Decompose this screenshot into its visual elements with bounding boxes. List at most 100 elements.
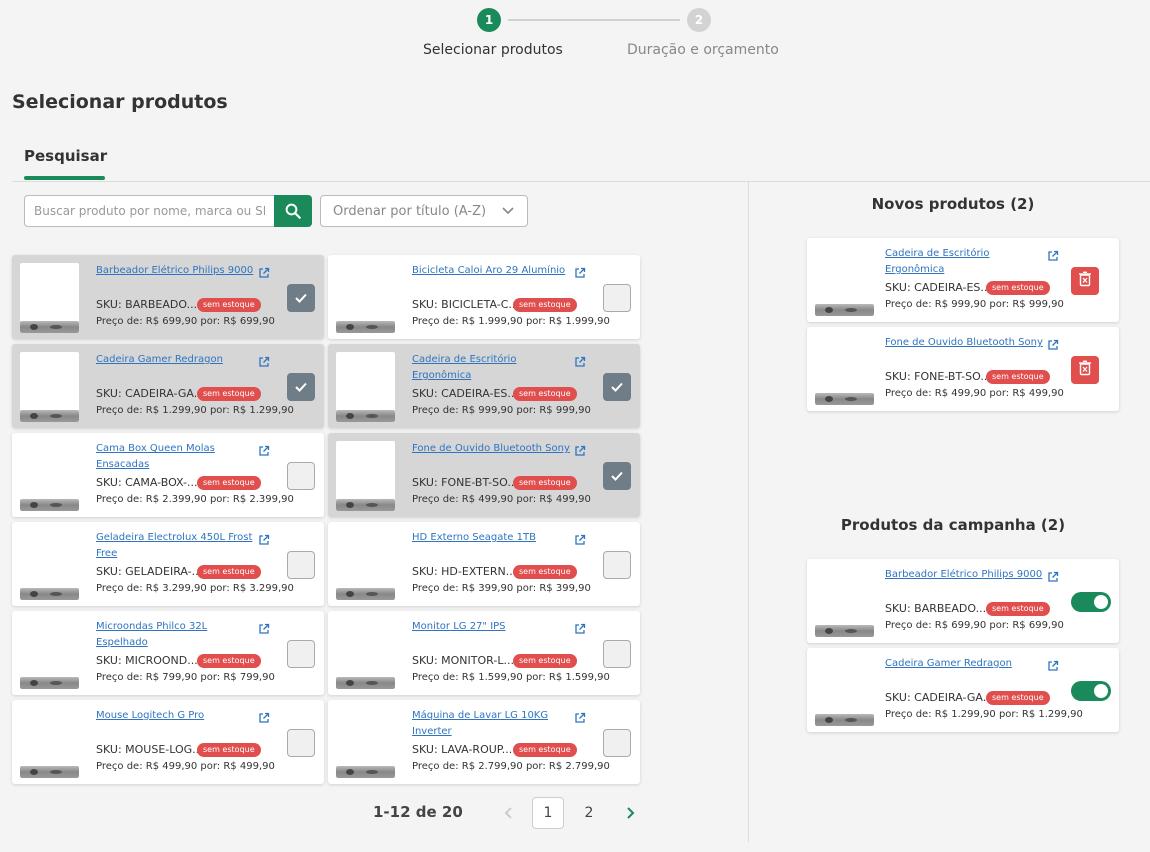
- campaign-product-toggle[interactable]: [1071, 681, 1111, 701]
- new-product-card: Fone de Ouvido Bluetooth Sony SKU: FONE-…: [807, 327, 1119, 411]
- product-name-link[interactable]: Máquina de Lavar LG 10KG Inverter: [412, 708, 572, 740]
- product-card[interactable]: Microondas Philco 32L Espelhado SKU: MIC…: [12, 611, 324, 695]
- external-link-icon[interactable]: [574, 442, 586, 456]
- tab-pesquisar[interactable]: Pesquisar: [24, 147, 107, 165]
- product-name-link[interactable]: Cadeira de Escritório Ergonômica: [885, 246, 1045, 278]
- product-select-checkbox[interactable]: [287, 640, 315, 668]
- product-thumbnail: [336, 708, 395, 778]
- product-sku: SKU: MICROOND...: [96, 654, 198, 667]
- product-price: Preço de: R$ 499,90 por: R$ 499,90: [96, 761, 275, 772]
- stock-badge: sem estoque: [197, 565, 261, 579]
- product-card[interactable]: Cadeira Gamer Redragon SKU: CADEIRA-GA..…: [12, 344, 324, 428]
- product-card[interactable]: Bicicleta Caloi Aro 29 Alumínio SKU: BIC…: [328, 255, 640, 339]
- product-card[interactable]: Cadeira de Escritório Ergonômica SKU: CA…: [328, 344, 640, 428]
- product-select-checkbox[interactable]: [603, 551, 631, 579]
- product-card[interactable]: Monitor LG 27" IPS SKU: MONITOR-L... sem…: [328, 611, 640, 695]
- product-select-checkbox[interactable]: [287, 462, 315, 490]
- product-select-checkbox[interactable]: [603, 640, 631, 668]
- product-price: Preço de: R$ 1.299,90 por: R$ 1.299,90: [96, 405, 294, 416]
- product-select-checkbox[interactable]: [287, 729, 315, 757]
- product-select-checkbox[interactable]: [287, 551, 315, 579]
- product-card[interactable]: Geladeira Electrolux 450L Frost Free SKU…: [12, 522, 324, 606]
- product-name-link[interactable]: Cadeira de Escritório Ergonômica: [412, 352, 572, 384]
- product-name-link[interactable]: Cadeira Gamer Redragon: [885, 656, 1045, 672]
- page-title: Selecionar produtos: [12, 91, 228, 113]
- product-price: Preço de: R$ 999,90 por: R$ 999,90: [885, 299, 1064, 310]
- external-link-icon[interactable]: [1047, 336, 1059, 350]
- product-thumbnail: [815, 567, 874, 637]
- external-link-icon[interactable]: [574, 353, 586, 367]
- product-name-link[interactable]: Bicicleta Caloi Aro 29 Alumínio: [412, 263, 572, 279]
- pagination-page-1[interactable]: 1: [532, 797, 564, 829]
- product-name-link[interactable]: Cadeira Gamer Redragon: [96, 352, 256, 368]
- product-select-checkbox[interactable]: [603, 462, 631, 490]
- chevron-down-icon: [502, 207, 514, 215]
- search-input[interactable]: [24, 195, 274, 227]
- product-name-link[interactable]: Cama Box Queen Molas Ensacadas: [96, 441, 256, 473]
- product-name-link[interactable]: Barbeador Elétrico Philips 9000: [96, 263, 256, 279]
- product-thumbnail: [20, 441, 79, 511]
- sort-select[interactable]: Ordenar por título (A-Z): [320, 195, 528, 227]
- external-link-icon[interactable]: [258, 264, 270, 278]
- product-name-link[interactable]: Monitor LG 27" IPS: [412, 619, 572, 635]
- product-card[interactable]: Máquina de Lavar LG 10KG Inverter SKU: L…: [328, 700, 640, 784]
- product-card[interactable]: Barbeador Elétrico Philips 9000 SKU: BAR…: [12, 255, 324, 339]
- step-1-indicator[interactable]: 1: [477, 8, 501, 32]
- external-link-icon[interactable]: [258, 353, 270, 367]
- product-name-link[interactable]: Fone de Ouvido Bluetooth Sony: [885, 335, 1045, 351]
- product-select-checkbox[interactable]: [287, 373, 315, 401]
- product-name-link[interactable]: Microondas Philco 32L Espelhado: [96, 619, 256, 651]
- external-link-icon[interactable]: [258, 620, 270, 634]
- product-card[interactable]: HD Externo Seagate 1TB SKU: HD-EXTERN...…: [328, 522, 640, 606]
- pagination-page-2[interactable]: 2: [573, 797, 605, 829]
- product-card[interactable]: Cama Box Queen Molas Ensacadas SKU: CAMA…: [12, 433, 324, 517]
- chevron-left-icon: [504, 807, 512, 819]
- stock-badge: sem estoque: [513, 298, 577, 312]
- external-link-icon[interactable]: [1047, 568, 1059, 582]
- product-select-checkbox[interactable]: [287, 284, 315, 312]
- external-link-icon[interactable]: [574, 620, 586, 634]
- product-price: Preço de: R$ 499,90 por: R$ 499,90: [885, 388, 1064, 399]
- step-1-label[interactable]: Selecionar produtos: [423, 42, 563, 58]
- product-sku: SKU: GELADEIRA-...: [96, 565, 203, 578]
- external-link-icon[interactable]: [574, 531, 586, 545]
- search-button[interactable]: [274, 195, 312, 227]
- remove-product-button[interactable]: [1071, 267, 1099, 295]
- step-2-indicator[interactable]: 2: [687, 8, 711, 32]
- external-link-icon[interactable]: [1047, 657, 1059, 671]
- product-name-link[interactable]: HD Externo Seagate 1TB: [412, 530, 572, 546]
- product-name-link[interactable]: Barbeador Elétrico Philips 9000: [885, 567, 1045, 583]
- external-link-icon[interactable]: [574, 264, 586, 278]
- product-select-checkbox[interactable]: [603, 729, 631, 757]
- stock-badge: sem estoque: [986, 602, 1050, 616]
- stock-badge: sem estoque: [513, 476, 577, 490]
- product-thumbnail: [336, 441, 395, 511]
- stock-badge: sem estoque: [986, 370, 1050, 384]
- product-select-checkbox[interactable]: [603, 284, 631, 312]
- pagination-prev-button[interactable]: [498, 800, 518, 826]
- chevron-right-icon: [627, 807, 635, 819]
- product-name-link[interactable]: Mouse Logitech G Pro: [96, 708, 256, 724]
- product-select-checkbox[interactable]: [603, 373, 631, 401]
- campaign-product-toggle[interactable]: [1071, 592, 1111, 612]
- product-name-link[interactable]: Fone de Ouvido Bluetooth Sony: [412, 441, 572, 457]
- product-thumbnail: [336, 530, 395, 600]
- remove-product-button[interactable]: [1071, 356, 1099, 384]
- external-link-icon[interactable]: [574, 709, 586, 723]
- product-sku: SKU: BARBEADO...: [885, 602, 987, 615]
- stock-badge: sem estoque: [513, 654, 577, 668]
- external-link-icon[interactable]: [1047, 247, 1059, 261]
- product-thumbnail: [815, 656, 874, 726]
- product-sku: SKU: CADEIRA-ES...: [412, 387, 518, 400]
- external-link-icon[interactable]: [258, 709, 270, 723]
- external-link-icon[interactable]: [258, 531, 270, 545]
- external-link-icon[interactable]: [258, 442, 270, 456]
- stock-badge: sem estoque: [197, 743, 261, 757]
- product-name-link[interactable]: Geladeira Electrolux 450L Frost Free: [96, 530, 256, 562]
- step-2-label[interactable]: Duração e orçamento: [627, 42, 779, 58]
- product-thumbnail: [20, 619, 79, 689]
- product-card[interactable]: Mouse Logitech G Pro SKU: MOUSE-LOG... s…: [12, 700, 324, 784]
- product-card[interactable]: Fone de Ouvido Bluetooth Sony SKU: FONE-…: [328, 433, 640, 517]
- product-thumbnail: [336, 263, 395, 333]
- pagination-next-button[interactable]: [621, 800, 641, 826]
